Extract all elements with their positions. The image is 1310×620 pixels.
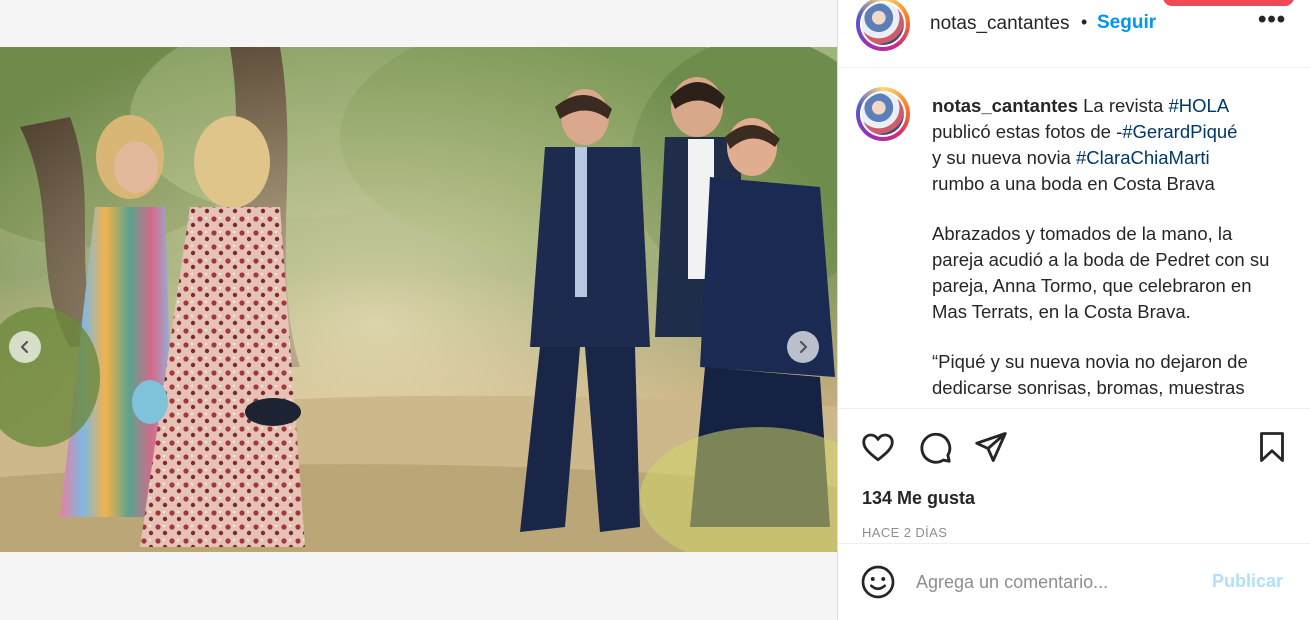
caption-fragment: y su nueva novia	[932, 147, 1076, 168]
caption-username[interactable]: notas_cantantes	[932, 95, 1078, 116]
post-header: notas_cantantes • Seguir •••	[838, 0, 1310, 68]
likes-count[interactable]: 134 Me gusta	[862, 488, 975, 509]
previous-slide-button[interactable]	[9, 331, 41, 363]
comment-icon[interactable]	[917, 429, 953, 465]
caption-line-1: notas_cantantes La revista #HOLA	[932, 93, 1282, 119]
publish-button[interactable]: Publicar	[1212, 571, 1283, 592]
caption-line-3: y su nueva novia #ClaraChiaMarti	[932, 145, 1282, 171]
caption-fragment: publicó estas fotos de -	[932, 121, 1123, 142]
avatar-image	[862, 3, 904, 45]
caption-paragraph-3: “Piqué y su nueva novia no dejaron de de…	[932, 351, 1248, 398]
hashtag-hola[interactable]: #HOLA	[1169, 95, 1230, 116]
post-actions: 134 Me gusta HACE 2 DÍAS	[838, 408, 1310, 543]
smiley-icon[interactable]	[860, 564, 896, 600]
post-author-username[interactable]: notas_cantantes	[930, 13, 1069, 35]
paper-plane-icon[interactable]	[973, 429, 1009, 465]
avatar-image	[862, 93, 904, 135]
caption-avatar[interactable]	[856, 87, 910, 141]
follow-button[interactable]: Seguir	[1097, 12, 1156, 34]
hashtag-gerardpique[interactable]: #GerardPiqué	[1122, 121, 1237, 142]
caption-fragment: La revista	[1078, 95, 1169, 116]
caption-text: notas_cantantes La revista #HOLA publicó…	[932, 93, 1282, 401]
post-photo-illustration	[0, 47, 837, 552]
caption-paragraph-2: Abrazados y tomados de la mano, la parej…	[932, 223, 1270, 322]
bookmark-icon[interactable]	[1254, 429, 1290, 465]
caption-line-2: publicó estas fotos de -#GerardPiqué	[932, 119, 1282, 145]
chevron-right-icon	[799, 340, 808, 354]
caption-area: notas_cantantes La revista #HOLA publicó…	[838, 69, 1310, 409]
caption-line-4: rumbo a una boda en Costa Brava	[932, 173, 1215, 194]
hashtag-clarachiamarti[interactable]: #ClaraChiaMarti	[1076, 147, 1210, 168]
more-options-icon[interactable]: •••	[1258, 6, 1286, 34]
comment-bar: Publicar	[838, 543, 1310, 620]
post-side-panel: notas_cantantes • Seguir ••• notas_canta…	[837, 0, 1310, 620]
chevron-left-icon	[20, 340, 29, 354]
separator-dot: •	[1081, 12, 1088, 32]
media-area	[0, 0, 837, 620]
post-photo[interactable]	[0, 47, 837, 552]
post-timestamp[interactable]: HACE 2 DÍAS	[862, 525, 947, 540]
comment-input[interactable]	[916, 568, 1186, 596]
profile-avatar[interactable]	[856, 0, 910, 51]
next-slide-button[interactable]	[787, 331, 819, 363]
heart-icon[interactable]	[860, 429, 896, 465]
